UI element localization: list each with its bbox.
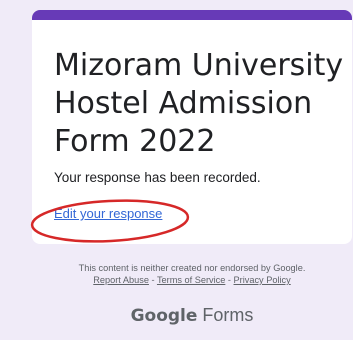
terms-of-service-link[interactable]: Terms of Service: [157, 275, 225, 285]
form-title: Mizoram University Hostel Admission Form…: [54, 48, 344, 159]
forms-wordmark: Forms: [202, 305, 254, 325]
form-card: Mizoram University Hostel Admission Form…: [32, 10, 352, 244]
edit-response-link[interactable]: Edit your response: [54, 206, 162, 222]
google-forms-logo[interactable]: Google Forms: [32, 303, 352, 328]
report-abuse-link[interactable]: Report Abuse: [93, 275, 149, 285]
footer-disclaimer: This content is neither created nor endo…: [78, 263, 306, 273]
confirmation-message: Your response has been recorded.: [54, 170, 261, 185]
form-theme-bar: [32, 10, 352, 20]
footer-link-separator: -: [225, 275, 234, 285]
footer-link-separator: -: [148, 275, 157, 285]
privacy-policy-link[interactable]: Privacy Policy: [234, 275, 291, 285]
google-wordmark: Google: [130, 306, 198, 326]
footer-links: Report Abuse - Terms of Service - Privac…: [32, 274, 352, 286]
